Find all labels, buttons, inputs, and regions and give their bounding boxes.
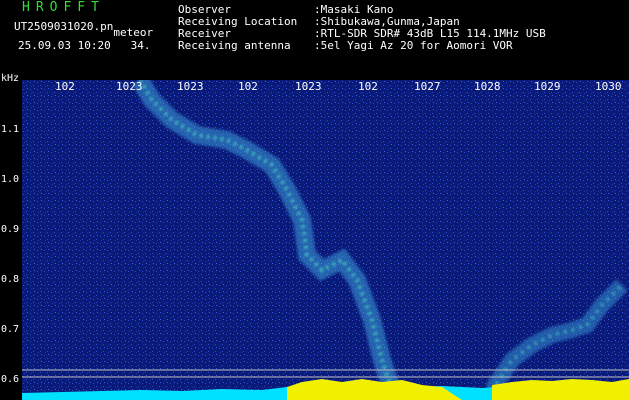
station-info: Observer:Masaki Kano Receiving Location:… bbox=[178, 4, 546, 52]
frequency-axis: kHz 1.1 1.0 0.9 0.8 0.7 0.6 bbox=[0, 73, 22, 400]
y-tick-label: 0.6 bbox=[1, 374, 20, 385]
y-tick-label: 0.9 bbox=[1, 224, 20, 235]
file-name-text: UT2509031020.pn bbox=[14, 20, 114, 33]
x-tick-label: 1023 bbox=[177, 80, 204, 93]
x-tick-label: 1028 bbox=[474, 80, 501, 93]
x-tick-label: 1030 bbox=[595, 80, 622, 93]
y-tick-label: 0.7 bbox=[1, 324, 20, 335]
x-tick-label: 1029 bbox=[534, 80, 561, 93]
x-tick-label: 102 bbox=[55, 80, 75, 93]
x-tick-label: 1023 bbox=[295, 80, 322, 93]
app-title: HROFFT bbox=[22, 0, 105, 15]
timestamp-extra: 34. bbox=[130, 39, 151, 52]
file-tag: meteor bbox=[113, 26, 154, 39]
info-value: :5el Yagi Az 20 for Aomori VOR bbox=[314, 39, 513, 52]
y-axis-unit: kHz bbox=[1, 73, 20, 84]
x-tick-label: 102 bbox=[238, 80, 258, 93]
header-panel: HROFFT UT2509031020.pnmeteor 25.09.03 10… bbox=[0, 0, 629, 78]
timestamp-date-time: 25.09.03 10:20 bbox=[18, 39, 111, 52]
y-tick-label: 1.1 bbox=[1, 124, 20, 135]
info-label: Receiving antenna bbox=[178, 39, 291, 52]
file-name: UT2509031020.pnmeteor bbox=[14, 20, 153, 39]
noise-floor bbox=[22, 80, 629, 400]
y-tick-label: 0.8 bbox=[1, 274, 20, 285]
info-row-antenna: Receiving antenna :5el Yagi Az 20 for Aom… bbox=[178, 40, 546, 52]
spectrogram-canvas bbox=[22, 80, 629, 400]
x-tick-label: 1023 bbox=[116, 80, 143, 93]
y-tick-label: 1.0 bbox=[1, 174, 20, 185]
x-tick-label: 102 bbox=[358, 80, 378, 93]
baseline-yellow-band bbox=[492, 379, 629, 400]
timestamp: 25.09.03 10:20 34. bbox=[18, 39, 150, 52]
x-tick-label: 1027 bbox=[414, 80, 441, 93]
spectrogram: 102 1023 1023 102 1023 102 1027 1028 102… bbox=[22, 80, 629, 400]
